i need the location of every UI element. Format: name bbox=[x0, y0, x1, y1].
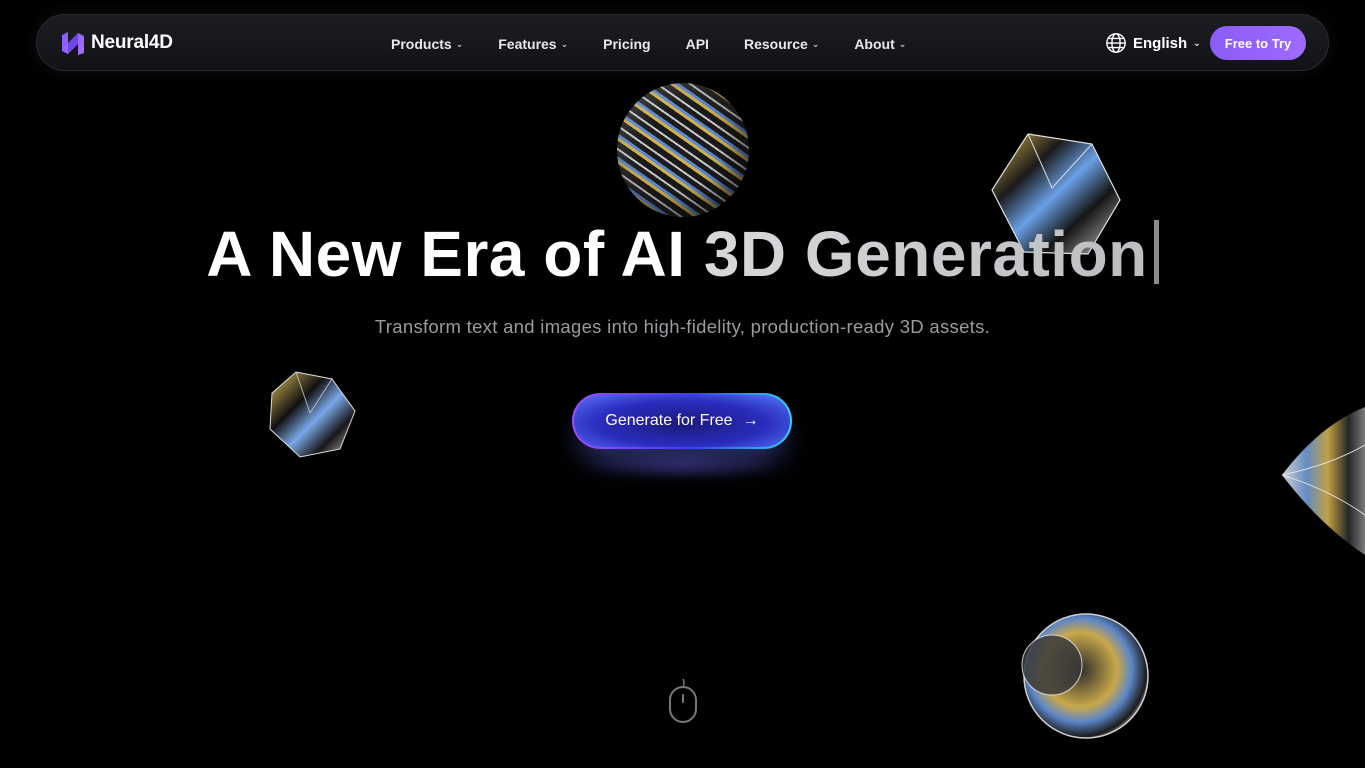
nav-item-label: API bbox=[685, 35, 709, 52]
nav-item-api[interactable]: API bbox=[686, 36, 709, 52]
chevron-down-icon: ⌄ bbox=[1193, 37, 1201, 48]
polyhedron-small-decoration bbox=[269, 371, 356, 458]
nav-item-about[interactable]: About ⌄ bbox=[854, 36, 906, 52]
generate-button-label: Generate for Free bbox=[605, 412, 733, 429]
nav-item-features[interactable]: Features ⌄ bbox=[498, 36, 568, 52]
free-to-try-button[interactable]: Free to Try bbox=[1210, 26, 1306, 60]
cone-decoration bbox=[1281, 407, 1365, 555]
nav-item-label: Products bbox=[391, 35, 452, 52]
chevron-down-icon: ⌄ bbox=[898, 39, 907, 49]
globe-icon bbox=[1106, 33, 1126, 53]
top-navbar: Neural4D Products ⌄ Features ⌄ Pricing A… bbox=[36, 14, 1329, 71]
typing-caret bbox=[1153, 220, 1159, 284]
nav-item-resource[interactable]: Resource ⌄ bbox=[744, 36, 819, 52]
nav-item-products[interactable]: Products ⌄ bbox=[391, 36, 463, 52]
mouse-scroll-icon bbox=[669, 678, 697, 723]
primary-nav: Products ⌄ Features ⌄ Pricing API Resour… bbox=[391, 15, 941, 72]
nav-item-label: About bbox=[854, 35, 895, 52]
nav-item-pricing[interactable]: Pricing bbox=[603, 36, 650, 52]
language-label: English bbox=[1133, 34, 1188, 52]
generate-for-free-button[interactable]: Generate for Free → bbox=[572, 393, 792, 449]
hero-title: A New Era of AI 3D Generation bbox=[0, 217, 1365, 291]
neural4d-logo-icon bbox=[62, 32, 84, 55]
striped-sphere-decoration bbox=[617, 83, 749, 217]
arrow-right-icon: → bbox=[742, 412, 759, 429]
hero-title-fade: 3D Generation bbox=[703, 218, 1148, 290]
brand-logo[interactable]: Neural4D bbox=[59, 29, 173, 57]
glass-sphere-decoration bbox=[1021, 613, 1149, 739]
chevron-down-icon: ⌄ bbox=[455, 39, 464, 49]
generate-button-inner: Generate for Free → bbox=[574, 395, 790, 447]
hero-subtitle: Transform text and images into high-fide… bbox=[374, 316, 991, 337]
nav-item-label: Pricing bbox=[603, 35, 651, 52]
hero-title-bright: A New Era of AI bbox=[206, 218, 704, 290]
chevron-down-icon: ⌄ bbox=[560, 39, 569, 49]
chevron-down-icon: ⌄ bbox=[811, 39, 820, 49]
cta-glow bbox=[580, 450, 785, 480]
brand-name: Neural4D bbox=[91, 32, 173, 53]
language-selector[interactable]: English ⌄ bbox=[1105, 32, 1201, 54]
nav-item-label: Features bbox=[498, 35, 557, 52]
nav-item-label: Resource bbox=[743, 35, 808, 52]
